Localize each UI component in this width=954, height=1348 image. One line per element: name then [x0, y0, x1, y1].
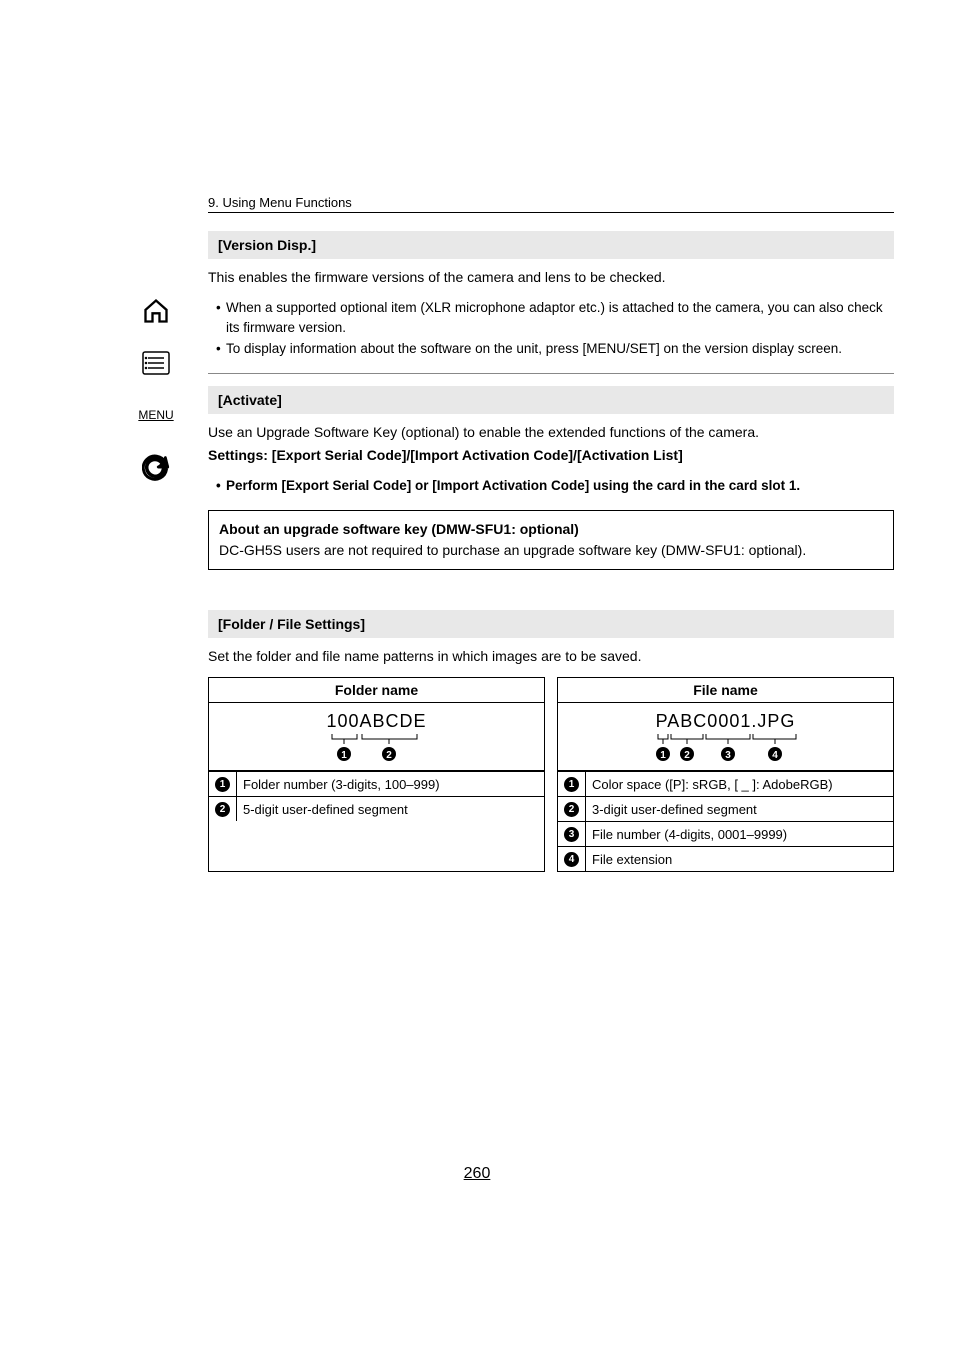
svg-text:3: 3 [725, 750, 731, 761]
list-item: When a supported optional item (XLR micr… [216, 298, 894, 339]
table-row: 4 File extension [558, 847, 893, 872]
svg-text:1: 1 [341, 750, 347, 761]
svg-text:2: 2 [386, 750, 392, 761]
num-circle-4: 4 [564, 852, 579, 867]
file-example-text: PABC0001.JPG [562, 711, 889, 732]
legend-text: 3-digit user-defined segment [586, 797, 894, 822]
folder-file-desc: Set the folder and file name patterns in… [208, 646, 894, 667]
legend-text: Folder number (3-digits, 100–999) [237, 772, 545, 797]
num-circle-2: 2 [564, 802, 579, 817]
note-body: DC-GH5S users are not required to purcha… [219, 540, 883, 561]
version-disp-desc: This enables the firmware versions of th… [208, 267, 894, 288]
legend-text: File number (4-digits, 0001–9999) [586, 822, 894, 847]
num-circle-3: 3 [564, 827, 579, 842]
version-disp-notes: When a supported optional item (XLR micr… [208, 298, 894, 359]
folder-example-text: 100ABCDE [213, 711, 540, 732]
sidebar-nav: MENU [140, 295, 172, 483]
chapter-header: 9. Using Menu Functions [208, 195, 894, 213]
toc-icon[interactable] [140, 347, 172, 379]
page-number[interactable]: 260 [0, 1165, 954, 1183]
legend-text: 5-digit user-defined segment [237, 797, 545, 822]
section-version-disp: [Version Disp.] [208, 231, 894, 259]
folder-bracket-diagram: 1 2 [312, 734, 442, 764]
folder-name-col: Folder name 100ABCDE 1 2 [208, 677, 545, 872]
section-activate: [Activate] [208, 386, 894, 414]
folder-file-layout: Folder name 100ABCDE 1 2 [208, 677, 894, 872]
activate-desc: Use an Upgrade Software Key (optional) t… [208, 422, 894, 443]
file-name-col: File name PABC0001.JPG 1 2 3 [557, 677, 894, 872]
table-row: 1 Folder number (3-digits, 100–999) [209, 772, 544, 797]
folder-example: 100ABCDE 1 2 [209, 703, 544, 771]
svg-text:2: 2 [684, 750, 690, 761]
activate-note: About an upgrade software key (DMW-SFU1:… [208, 510, 894, 570]
home-icon[interactable] [140, 295, 172, 327]
menu-icon[interactable]: MENU [140, 399, 172, 431]
table-row: 3 File number (4-digits, 0001–9999) [558, 822, 893, 847]
activate-perform-list: Perform [Export Serial Code] or [Import … [208, 476, 894, 496]
activate-settings: Settings: [Export Serial Code]/[Import A… [208, 445, 894, 466]
section-folder-file: [Folder / File Settings] [208, 610, 894, 638]
folder-col-header: Folder name [209, 678, 544, 703]
file-example: PABC0001.JPG 1 2 3 4 [558, 703, 893, 771]
folder-legend: 1 Folder number (3-digits, 100–999) 2 5-… [209, 771, 544, 821]
list-item: To display information about the softwar… [216, 339, 894, 359]
num-circle-1: 1 [564, 777, 579, 792]
file-legend: 1 Color space ([P]: sRGB, [ _ ]: AdobeRG… [558, 771, 893, 871]
table-row: 2 3-digit user-defined segment [558, 797, 893, 822]
file-bracket-diagram: 1 2 3 4 [638, 734, 813, 764]
svg-text:1: 1 [660, 750, 666, 761]
table-row: 2 5-digit user-defined segment [209, 797, 544, 822]
legend-text: Color space ([P]: sRGB, [ _ ]: AdobeRGB) [586, 772, 894, 797]
legend-text: File extension [586, 847, 894, 872]
table-row: 1 Color space ([P]: sRGB, [ _ ]: AdobeRG… [558, 772, 893, 797]
num-circle-1: 1 [215, 777, 230, 792]
note-title: About an upgrade software key (DMW-SFU1:… [219, 519, 883, 540]
file-col-header: File name [558, 678, 893, 703]
back-icon[interactable] [140, 451, 172, 483]
list-item: Perform [Export Serial Code] or [Import … [216, 476, 894, 496]
num-circle-2: 2 [215, 802, 230, 817]
svg-text:4: 4 [772, 750, 778, 761]
